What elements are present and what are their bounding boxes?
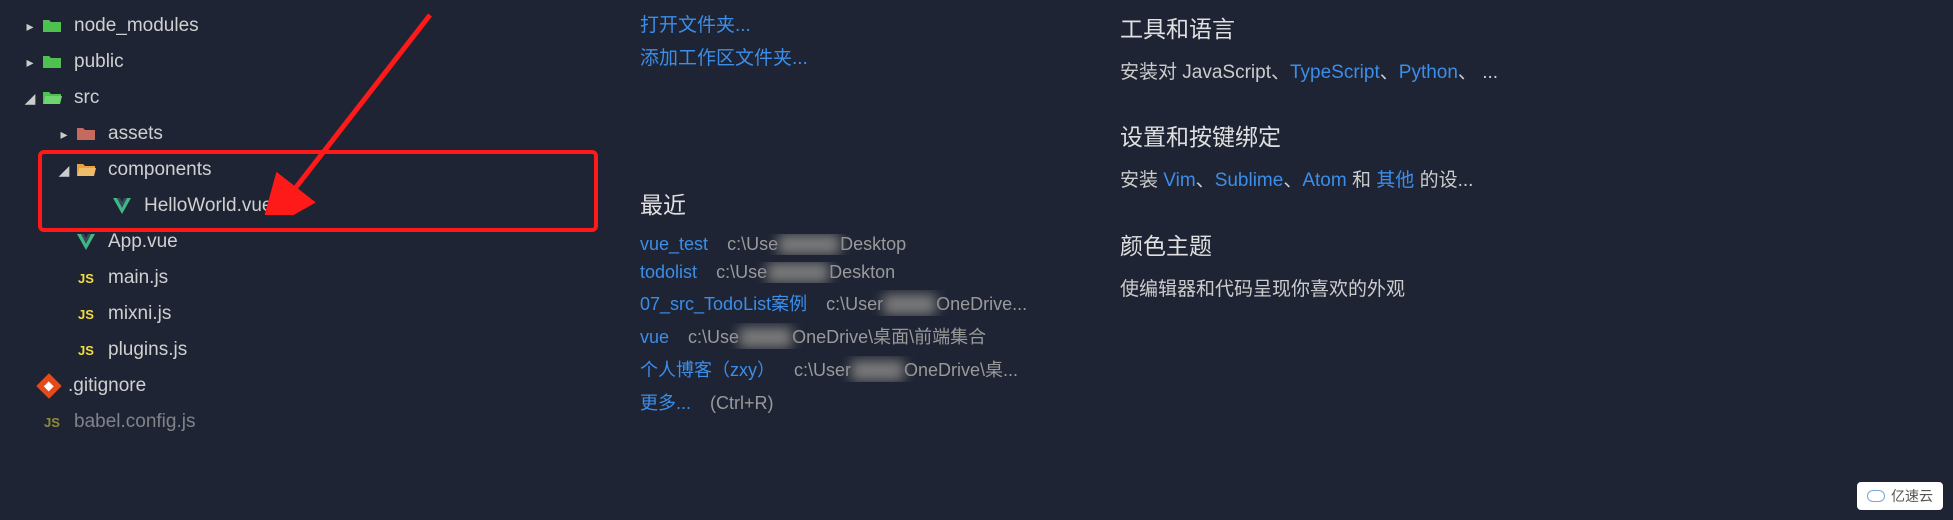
atom-link[interactable]: Atom (1302, 170, 1346, 191)
recent-item[interactable]: 个人博客（zxy） c:\UserxxxxxOneDrive\桌... (640, 356, 1100, 382)
vue-icon (110, 194, 134, 218)
recent-name: 07_src_TodoList案例 (640, 294, 807, 314)
tree-file-pluginsjs[interactable]: ▸ JS plugins.js (0, 332, 610, 368)
recent-path: c:\UsexxxxxOneDrive\桌面\前端集合 (688, 327, 986, 347)
tree-label: .gitignore (68, 375, 146, 397)
tree-file-mainjs[interactable]: ▸ JS main.js (0, 260, 610, 296)
chevron-down-icon: ◢ (20, 90, 40, 107)
recent-item[interactable]: 07_src_TodoList案例 c:\UserxxxxxOneDrive..… (640, 290, 1100, 316)
more-shortcut: (Ctrl+R) (710, 393, 774, 413)
tools-section-title: 工具和语言 (1120, 10, 1923, 44)
chevron-down-icon: ◢ (54, 162, 74, 179)
tree-label: assets (108, 123, 163, 145)
add-workspace-folder-link[interactable]: 添加工作区文件夹... (640, 43, 1100, 70)
folder-icon (40, 50, 64, 74)
python-link[interactable]: Python (1399, 62, 1458, 83)
tree-label: babel.config.js (74, 411, 195, 433)
tree-label: main.js (108, 267, 168, 289)
recent-path: c:\UserxxxxxOneDrive\桌... (794, 360, 1018, 380)
recent-item[interactable]: vue_test c:\UsexxxxxxDesktop (640, 234, 1100, 255)
file-explorer: ▸ node_modules ▸ public ◢ src ▸ assets ◢… (0, 0, 610, 520)
tree-file-gitignore[interactable]: ▸ ◆ .gitignore (0, 368, 610, 404)
tree-file-mixnijs[interactable]: ▸ JS mixni.js (0, 296, 610, 332)
recent-item[interactable]: todolist c:\UsexxxxxxDeskton (640, 262, 1100, 283)
folder-icon (74, 122, 98, 146)
tree-folder-components[interactable]: ◢ components (0, 152, 610, 188)
tree-file-babelconfig[interactable]: ▸ JS babel.config.js (0, 404, 610, 440)
tree-label: components (108, 159, 212, 181)
js-icon: JS (40, 410, 64, 434)
watermark-text: 亿速云 (1891, 486, 1933, 506)
open-folder-link[interactable]: 打开文件夹... (640, 10, 1100, 37)
tree-label: HelloWorld.vue (144, 195, 272, 217)
recent-path: c:\UsexxxxxxDesktop (727, 234, 906, 254)
tree-label: plugins.js (108, 339, 187, 361)
settings-text: 安装 Vim、Sublime、Atom 和 其他 的设... (1120, 166, 1923, 196)
git-icon: ◆ (36, 373, 61, 398)
recent-section-title: 最近 (640, 186, 1100, 220)
tree-folder-assets[interactable]: ▸ assets (0, 116, 610, 152)
recent-path: c:\UserxxxxxOneDrive... (826, 294, 1027, 314)
welcome-right-column: 工具和语言 安装对 JavaScript、TypeScript、Python、 … (1100, 10, 1923, 510)
tree-folder-node-modules[interactable]: ▸ node_modules (0, 8, 610, 44)
vim-link[interactable]: Vim (1163, 170, 1195, 191)
watermark: 亿速云 (1857, 482, 1943, 510)
folder-open-icon (40, 86, 64, 110)
other-keymap-link[interactable]: 其他 (1376, 170, 1414, 191)
tree-label: App.vue (108, 231, 178, 253)
recent-name: vue (640, 327, 669, 347)
welcome-left-column: 打开文件夹... 添加工作区文件夹... 最近 vue_test c:\Usex… (640, 10, 1100, 510)
tree-label: src (74, 87, 99, 109)
tree-label: mixni.js (108, 303, 171, 325)
settings-section-title: 设置和按键绑定 (1120, 118, 1923, 152)
theme-section-title: 颜色主题 (1120, 227, 1923, 261)
chevron-right-icon: ▸ (20, 54, 40, 71)
theme-text: 使编辑器和代码呈现你喜欢的外观 (1120, 275, 1923, 305)
tree-label: node_modules (74, 15, 199, 37)
sublime-link[interactable]: Sublime (1215, 170, 1284, 191)
tools-text: 安装对 JavaScript、TypeScript、Python、 ... (1120, 58, 1923, 88)
tree-file-appvue[interactable]: ▸ App.vue (0, 224, 610, 260)
folder-icon (40, 14, 64, 38)
chevron-right-icon: ▸ (54, 126, 74, 143)
recent-name: todolist (640, 262, 697, 282)
vue-icon (74, 230, 98, 254)
js-icon: JS (74, 266, 98, 290)
tree-file-helloworld[interactable]: ▸ HelloWorld.vue (0, 188, 610, 224)
recent-item[interactable]: vue c:\UsexxxxxOneDrive\桌面\前端集合 (640, 323, 1100, 349)
tree-folder-src[interactable]: ◢ src (0, 80, 610, 116)
js-icon: JS (74, 338, 98, 362)
cloud-icon (1867, 490, 1885, 502)
welcome-page: 打开文件夹... 添加工作区文件夹... 最近 vue_test c:\Usex… (610, 0, 1953, 520)
chevron-right-icon: ▸ (20, 18, 40, 35)
folder-open-icon (74, 158, 98, 182)
recent-more[interactable]: 更多... (Ctrl+R) (640, 389, 1100, 415)
recent-name: vue_test (640, 234, 708, 254)
tree-label: public (74, 51, 124, 73)
more-link: 更多... (640, 393, 691, 413)
recent-path: c:\UsexxxxxxDeskton (716, 262, 895, 282)
typescript-link[interactable]: TypeScript (1290, 62, 1380, 83)
tree-folder-public[interactable]: ▸ public (0, 44, 610, 80)
recent-name: 个人博客（zxy） (640, 360, 775, 380)
js-icon: JS (74, 302, 98, 326)
